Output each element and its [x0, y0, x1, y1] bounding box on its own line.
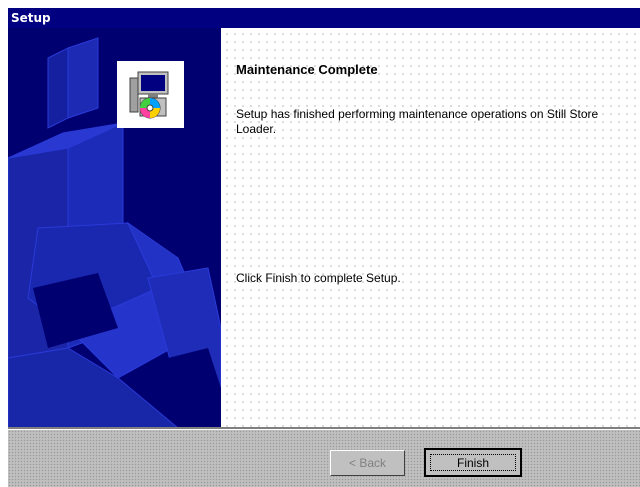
side-banner: [8, 28, 221, 427]
finish-instruction: Click Finish to complete Setup.: [236, 271, 401, 285]
button-bar: < Back Finish: [8, 430, 640, 487]
title-bar[interactable]: Setup: [8, 8, 640, 28]
installer-computer-disc-icon: [129, 71, 169, 119]
side-banner-art: [8, 37, 221, 427]
finish-button-label: Finish: [456, 455, 489, 470]
window-title: Setup: [11, 11, 51, 25]
content-panel: Maintenance Complete Setup has finished …: [221, 28, 640, 427]
back-button[interactable]: < Back: [330, 450, 405, 476]
finish-button[interactable]: Finish: [424, 448, 522, 477]
setup-window: Setup Maintenance Complete Setup has fin…: [8, 8, 640, 487]
setup-icon: [117, 61, 184, 128]
page-heading: Maintenance Complete: [236, 62, 378, 77]
completion-message: Setup has finished performing maintenanc…: [236, 107, 599, 136]
back-button-label: < Back: [348, 456, 387, 470]
